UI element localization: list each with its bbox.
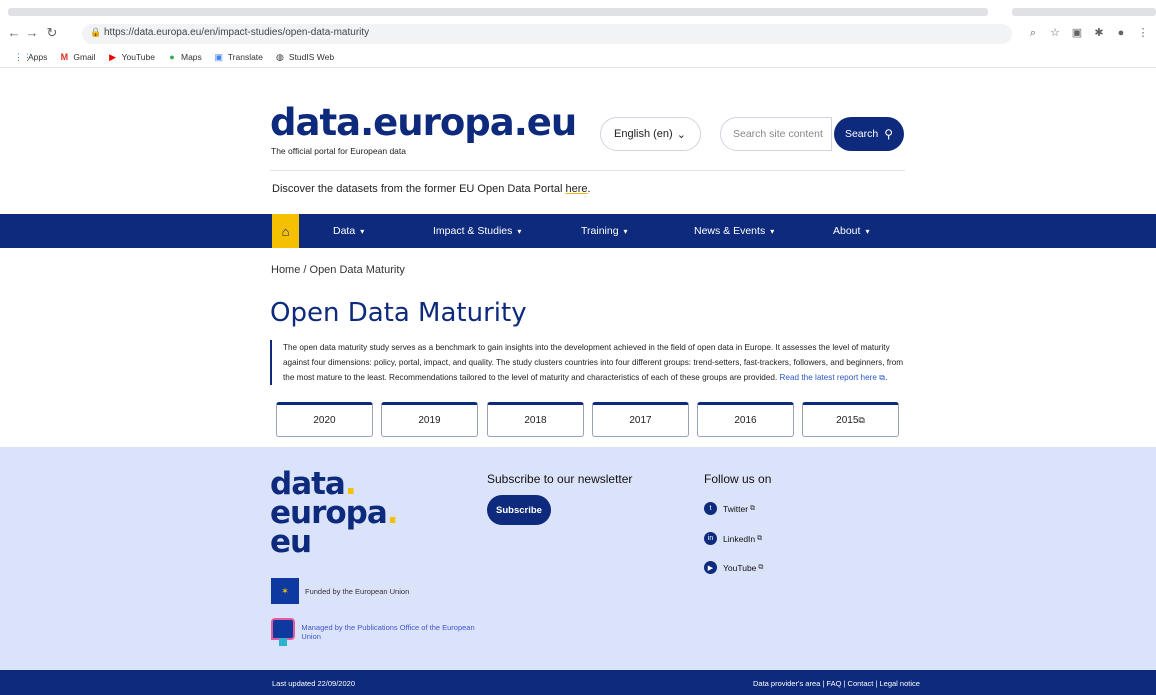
year-button-2016[interactable]: 2016 (697, 402, 794, 437)
eu-flag-icon: ✶ (271, 578, 299, 604)
nav-item-training[interactable]: Training ▾ (581, 214, 628, 248)
portal-notice: Discover the datasets from the former EU… (272, 183, 591, 195)
search-input[interactable]: Search site content (720, 117, 832, 151)
reload-icon[interactable]: ↻ (44, 25, 60, 41)
legal-links[interactable]: Data provider's area | FAQ | Contact | L… (753, 679, 920, 688)
browser-tabstrip (0, 0, 1156, 18)
translate-icon: ▣ (214, 51, 224, 62)
browser-toolbar: ← → ↻ 🔒 https://data.europa.eu/en/impact… (0, 22, 1156, 46)
footer-logo[interactable]: data. europa. eu (270, 469, 399, 558)
chevron-down-icon: ▾ (865, 226, 870, 236)
bookmark-apps[interactable]: ⋮⋮ Apps (14, 52, 47, 63)
bookmark-maps[interactable]: ● Maps (167, 52, 202, 62)
chevron-down-icon: ▾ (517, 226, 522, 236)
external-link-icon: ⧉ (858, 415, 865, 425)
site-logo[interactable]: data.europa.eu (270, 103, 577, 143)
youtube-icon: ▶ (704, 561, 717, 574)
zoom-icon[interactable]: ⌕ (1026, 26, 1040, 40)
search-button[interactable]: Search ⚲ (834, 117, 904, 151)
home-button[interactable]: ⌂ (272, 214, 299, 248)
home-icon: ⌂ (281, 223, 290, 239)
breadcrumb[interactable]: Home / Open Data Maturity (271, 264, 405, 276)
chrome-divider (0, 67, 1156, 68)
year-button-2018[interactable]: 2018 (487, 402, 584, 437)
site-tagline: The official portal for European data (271, 146, 406, 156)
social-link-linkedin[interactable]: in LinkedIn ⧉ (704, 532, 762, 545)
last-updated: Last updated 22/09/2020 (272, 679, 355, 688)
social-link-youtube[interactable]: ▶ YouTube ⧉ (704, 561, 763, 574)
notice-here-link[interactable]: here (565, 183, 587, 195)
page-title: Open Data Maturity (270, 298, 527, 328)
bookmark-studis[interactable]: ◍ StudIS Web (275, 52, 334, 63)
language-select[interactable]: English (en) ⌄ (600, 117, 701, 151)
menu-icon[interactable]: ⋮ (1136, 26, 1150, 40)
chevron-down-icon: ▾ (360, 226, 365, 236)
language-value: English (en) (614, 128, 673, 140)
external-link-icon: ⧉ (758, 563, 764, 571)
twitter-icon: t (704, 502, 717, 515)
main-nav: ⌂ Data ▾ Impact & Studies ▾ Training ▾ News… (0, 214, 1156, 248)
youtube-icon: ▶ (109, 51, 117, 62)
chevron-down-icon: ⌄ (676, 128, 686, 141)
bottom-bar: Last updated 22/09/2020 Data provider's … (0, 670, 1156, 695)
address-bar[interactable]: 🔒 https://data.europa.eu/en/impact-studi… (82, 24, 1012, 44)
external-link-icon: ⧉ (757, 534, 763, 542)
latest-report-link[interactable]: Read the latest report here ⧉ (780, 373, 886, 382)
newsletter-title: Subscribe to our newsletter (487, 472, 633, 486)
funded-by-eu: ✶ Funded by the European Union (271, 578, 409, 604)
chevron-down-icon: ▾ (770, 226, 775, 236)
browser-tab[interactable] (1012, 8, 1156, 16)
year-buttons: 2020 2019 2018 2017 2016 2015 ⧉ (276, 402, 906, 438)
profile-icon[interactable]: ● (1114, 26, 1128, 40)
nav-item-impact-studies[interactable]: Impact & Studies ▾ (433, 214, 521, 248)
studis-icon: ◍ (275, 51, 284, 62)
year-button-2017[interactable]: 2017 (592, 402, 689, 437)
follow-title: Follow us on (704, 472, 772, 486)
browser-tab[interactable] (8, 8, 988, 16)
star-icon[interactable]: ☆ (1048, 26, 1062, 40)
year-button-2019[interactable]: 2019 (381, 402, 478, 437)
linkedin-icon: in (704, 532, 717, 545)
year-button-2015[interactable]: 2015 ⧉ (802, 402, 899, 437)
apps-grid-icon: ⋮⋮ (14, 51, 32, 62)
bookmark-translate[interactable]: ▣ Translate (214, 52, 263, 63)
nav-item-news-events[interactable]: News & Events ▾ (694, 214, 774, 248)
nav-item-data[interactable]: Data ▾ (333, 214, 364, 248)
gmail-icon: M (60, 52, 69, 62)
header-divider (270, 170, 905, 171)
extensions-icon[interactable]: ✱ (1092, 26, 1106, 40)
bookmarks-bar: ⋮⋮ Apps M Gmail ▶ YouTube ● Maps ▣ Translate … (0, 48, 1156, 66)
intro-text: The open data maturity study serves as a… (270, 340, 910, 385)
external-link-icon: ⧉ (879, 373, 886, 382)
nav-item-about[interactable]: About ▾ (833, 214, 869, 248)
publications-office-icon (271, 618, 295, 646)
search-button-label: Search (844, 128, 879, 140)
browser-actions: ⌕ ☆ ▣ ✱ ● ⋮ (1026, 26, 1150, 40)
translate-icon[interactable]: ▣ (1070, 26, 1084, 40)
bookmark-gmail[interactable]: M Gmail (59, 52, 96, 62)
lock-icon: 🔒 (90, 27, 102, 37)
url-text: https://data.europa.eu/en/impact-studies… (104, 27, 370, 38)
external-link-icon: ⧉ (750, 504, 756, 512)
search-icon: ⚲ (884, 127, 894, 141)
maps-pin-icon: ● (169, 52, 175, 62)
forward-icon[interactable]: → (24, 25, 40, 41)
chevron-down-icon: ▾ (623, 226, 628, 236)
managed-by-publications-office[interactable]: Managed by the Publications Office of th… (271, 618, 491, 646)
year-button-2020[interactable]: 2020 (276, 402, 373, 437)
subscribe-button[interactable]: Subscribe (487, 495, 551, 525)
back-icon[interactable]: ← (6, 25, 22, 41)
social-link-twitter[interactable]: t Twitter ⧉ (704, 502, 755, 515)
bookmark-youtube[interactable]: ▶ YouTube (108, 52, 155, 63)
